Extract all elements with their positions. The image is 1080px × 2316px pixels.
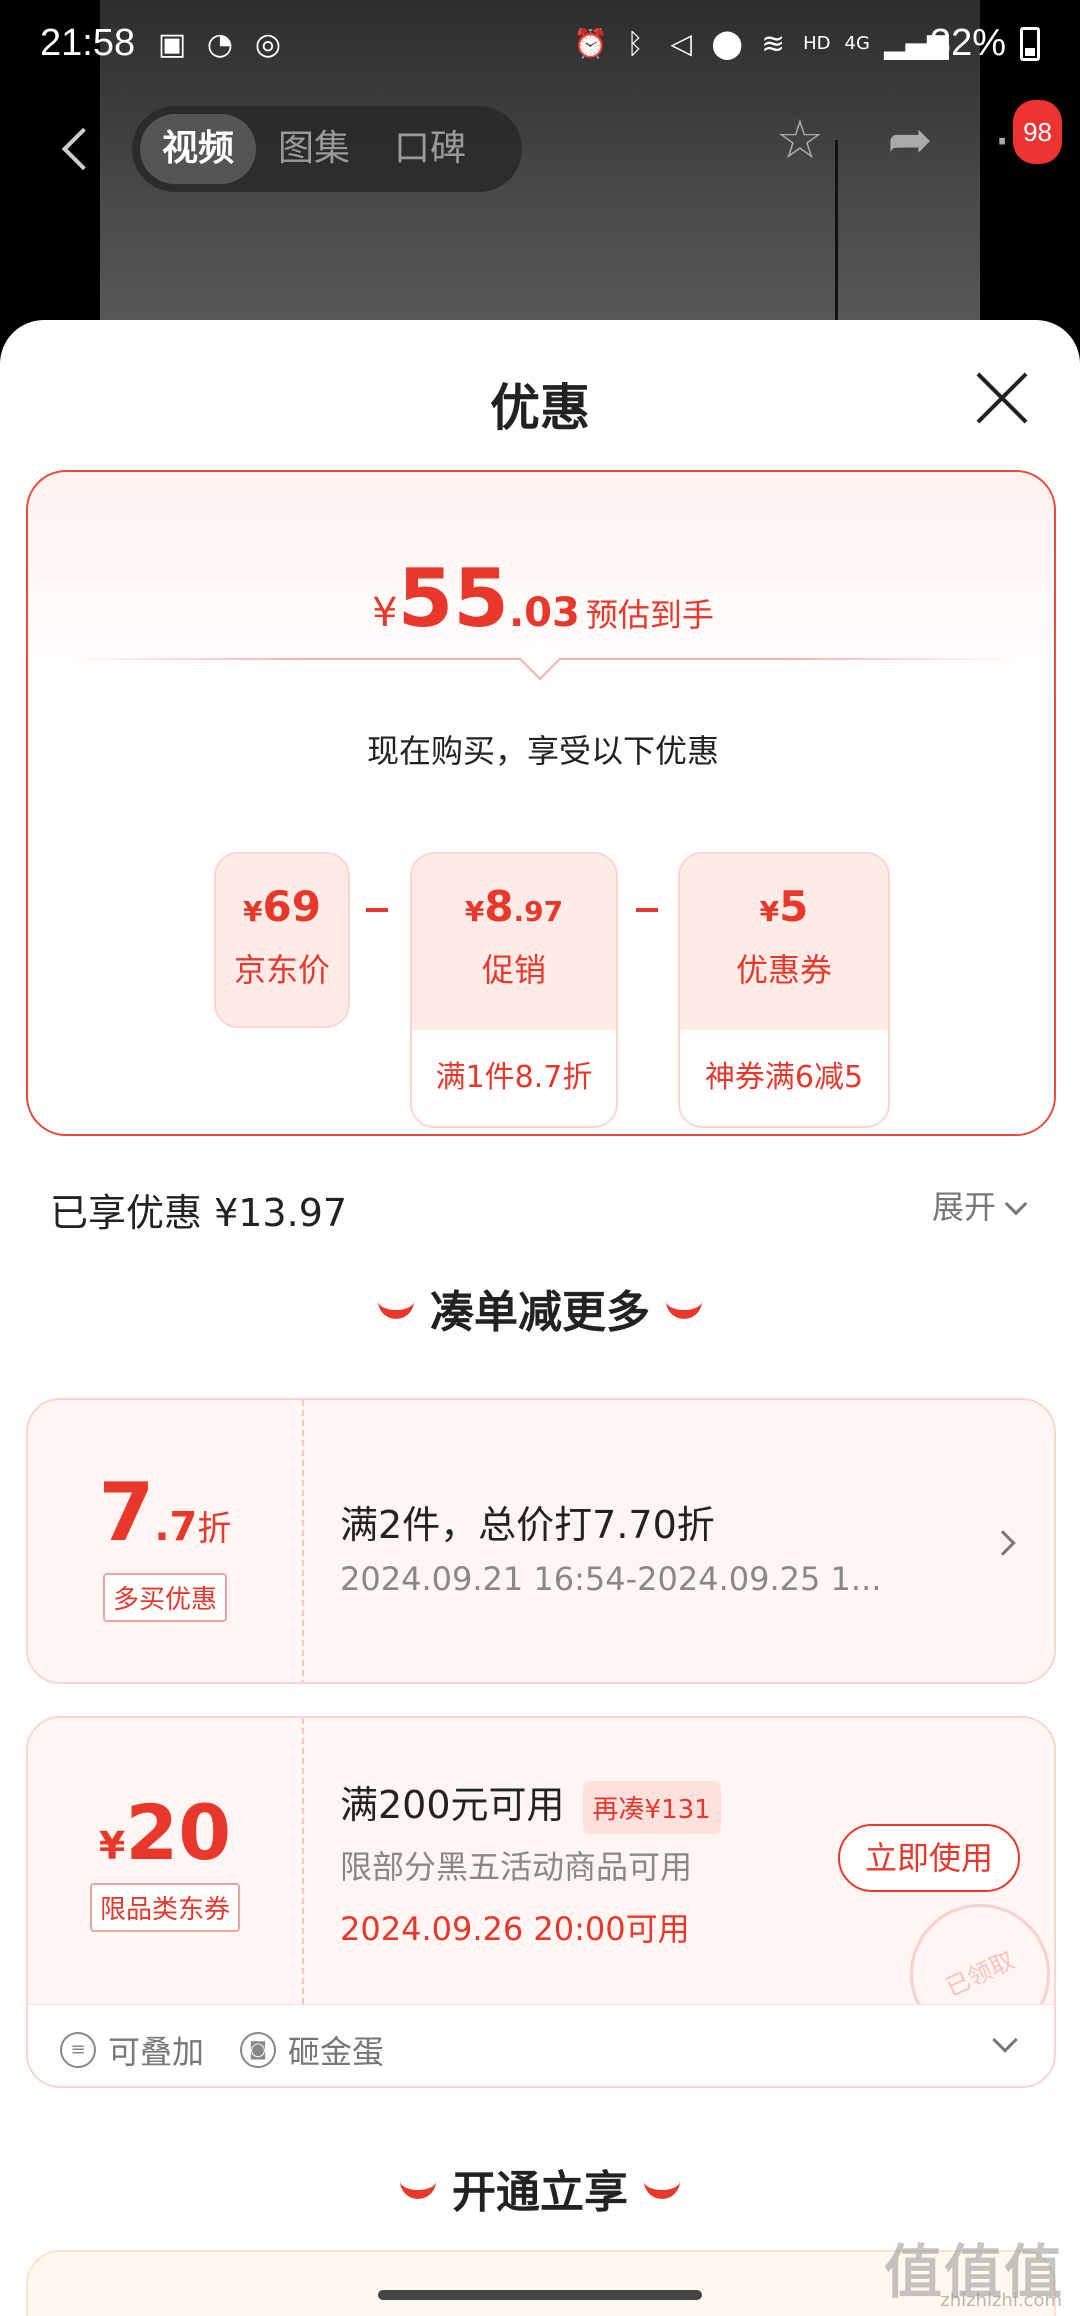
expand-label: 展开 [931, 1188, 996, 1226]
coupon-footer: ≡ 可叠加 ◙ 砸金蛋 [28, 2004, 1054, 2086]
signal-icon: ▂▄▆ [883, 26, 949, 60]
chevron-right-icon[interactable] [990, 1530, 1016, 1556]
section-title: 开通立享 [452, 2167, 628, 2218]
battery-percent: 32% [929, 22, 1006, 64]
sync-icon: ◎ [254, 27, 282, 62]
discount-dec: .7 [154, 1504, 198, 1550]
price-card: ¥55.03 预估到手 现在购买，享受以下优惠 ¥69 京东价 ¥8.97 促销 … [26, 470, 1056, 1136]
calc-coupon: ¥5 优惠券 神券满6减5 [678, 852, 890, 1128]
calc-promo-label: 促销 [481, 951, 546, 989]
calc-promo-dec: .97 [513, 895, 564, 928]
coupon-tag: 多买优惠 [102, 1573, 227, 1622]
coupon-yen: ¥ [98, 1824, 126, 1868]
est-yen: ¥ [372, 590, 398, 636]
sheet-title: 优惠 [490, 379, 590, 437]
smile-icon [666, 1301, 702, 1319]
gallery-icon: ▣ [157, 27, 187, 62]
discount-sheet: 优惠 ¥55.03 预估到手 现在购买，享受以下优惠 ¥69 京东价 ¥8.97 … [0, 320, 1080, 2316]
golden-egg-label[interactable]: ◙ 砸金蛋 [240, 2027, 384, 2073]
est-dec: .03 [508, 590, 580, 636]
expand-button[interactable]: 展开 [931, 1182, 1028, 1228]
calc-coupon-label: 优惠券 [735, 951, 832, 989]
calc-coupon-detail: 神券满6减5 [704, 1060, 864, 1095]
discount-unit: 折 [197, 1509, 232, 1549]
minus-sign [636, 908, 658, 912]
mute-icon: ◁ [670, 26, 692, 60]
tab-reviews[interactable]: 口碑 [372, 114, 488, 184]
calc-coupon-value: 5 [779, 882, 809, 931]
home-indicator[interactable] [378, 2290, 702, 2300]
calc-promo: ¥8.97 促销 满1件8.7折 [410, 852, 618, 1128]
cell-label: 4G [844, 33, 870, 54]
coupon-multi-buy[interactable]: 7.7折 多买优惠 满2件，总价打7.70折 2024.09.21 16:54-… [26, 1398, 1056, 1684]
wifi-icon: ≋ [761, 26, 785, 60]
buy-now-text: 现在购买，享受以下优惠 [366, 732, 719, 770]
coupon-amount: 20 [125, 1788, 232, 1877]
share-icon[interactable]: ➦ [880, 110, 940, 170]
coupon-date: 2024.09.26 20:00可用 [340, 1910, 690, 1948]
enjoyed-total: 已享优惠 ¥13.97 [50, 1191, 348, 1235]
discount-int: 7 [98, 1466, 155, 1559]
chevron-down-icon[interactable] [992, 2027, 1018, 2053]
watermark-url: zhizhizhi.com [940, 2290, 1062, 2311]
egg-icon: ◙ [240, 2032, 276, 2068]
battery-icon [1020, 26, 1040, 61]
est-label: 预估到手 [585, 596, 714, 634]
calc-jd-price: ¥69 京东价 [214, 852, 350, 1028]
coupon-divider [302, 1400, 304, 1682]
use-now-button[interactable]: 立即使用 [838, 1824, 1020, 1892]
section-title: 凑单减更多 [430, 1287, 650, 1338]
stackable-label: ≡ 可叠加 [60, 2027, 204, 2073]
more-icon[interactable]: ⋯ 98 [990, 100, 1062, 170]
smile-icon [378, 1301, 414, 1319]
coupon-date: 2024.09.21 16:54-2024.09.25 1... [340, 1560, 882, 1598]
media-tabs: 视频 图集 口碑 [132, 106, 522, 192]
section-membership: 开通立享 [0, 2156, 1080, 2220]
calc-jd-value: 69 [262, 882, 321, 931]
coupon-tag: 限品类东券 [89, 1883, 240, 1932]
coupon-title: 满200元可用 [340, 1783, 565, 1827]
coupon-divider [302, 1718, 304, 2004]
stack-icon: ≡ [60, 2032, 96, 2068]
alarm-icon: ⏰ [573, 26, 608, 60]
chevron-down-icon [1004, 1192, 1028, 1216]
coupon-title: 满2件，总价打7.70折 [340, 1503, 715, 1547]
status-time: 21:58 [40, 22, 136, 64]
tab-video[interactable]: 视频 [140, 114, 257, 184]
est-int: 55 [397, 552, 509, 645]
need-more-badge: 再凑¥131 [582, 1781, 721, 1834]
smile-icon [400, 2181, 436, 2199]
golden-egg-text: 砸金蛋 [288, 2033, 385, 2071]
tab-gallery[interactable]: 图集 [256, 114, 372, 184]
star-icon[interactable]: ☆ [770, 110, 830, 170]
calc-jd-label: 京东价 [233, 951, 330, 989]
stackable-text: 可叠加 [108, 2033, 205, 2071]
smile-icon [644, 2181, 680, 2199]
estimated-price: ¥55.03 预估到手 [28, 552, 1058, 645]
close-icon[interactable] [974, 370, 1030, 426]
message-badge: 98 [1013, 100, 1062, 164]
location-icon: ⬤ [711, 26, 743, 60]
coupon-category: ¥20 限品类东券 满200元可用 再凑¥131 限部分黑五活动商品可用 2024… [26, 1716, 1056, 2088]
calc-promo-detail: 满1件8.7折 [435, 1060, 593, 1095]
minus-sign [366, 908, 388, 912]
hd-label: HD [803, 33, 831, 54]
back-icon[interactable] [50, 120, 100, 180]
status-bar: 21:58 ▣ ◔ ◎ ⏰ ᛒ ◁ ⬤ ≋ HD 4G ▂▄▆ 32% [0, 0, 1080, 96]
coupon-scope: 限部分黑五活动商品可用 [340, 1848, 693, 1886]
wechat-icon: ◔ [206, 27, 234, 62]
bluetooth-icon: ᛒ [626, 26, 644, 60]
calc-promo-int: 8 [484, 882, 514, 931]
section-more-deals: 凑单减更多 [0, 1276, 1080, 1340]
